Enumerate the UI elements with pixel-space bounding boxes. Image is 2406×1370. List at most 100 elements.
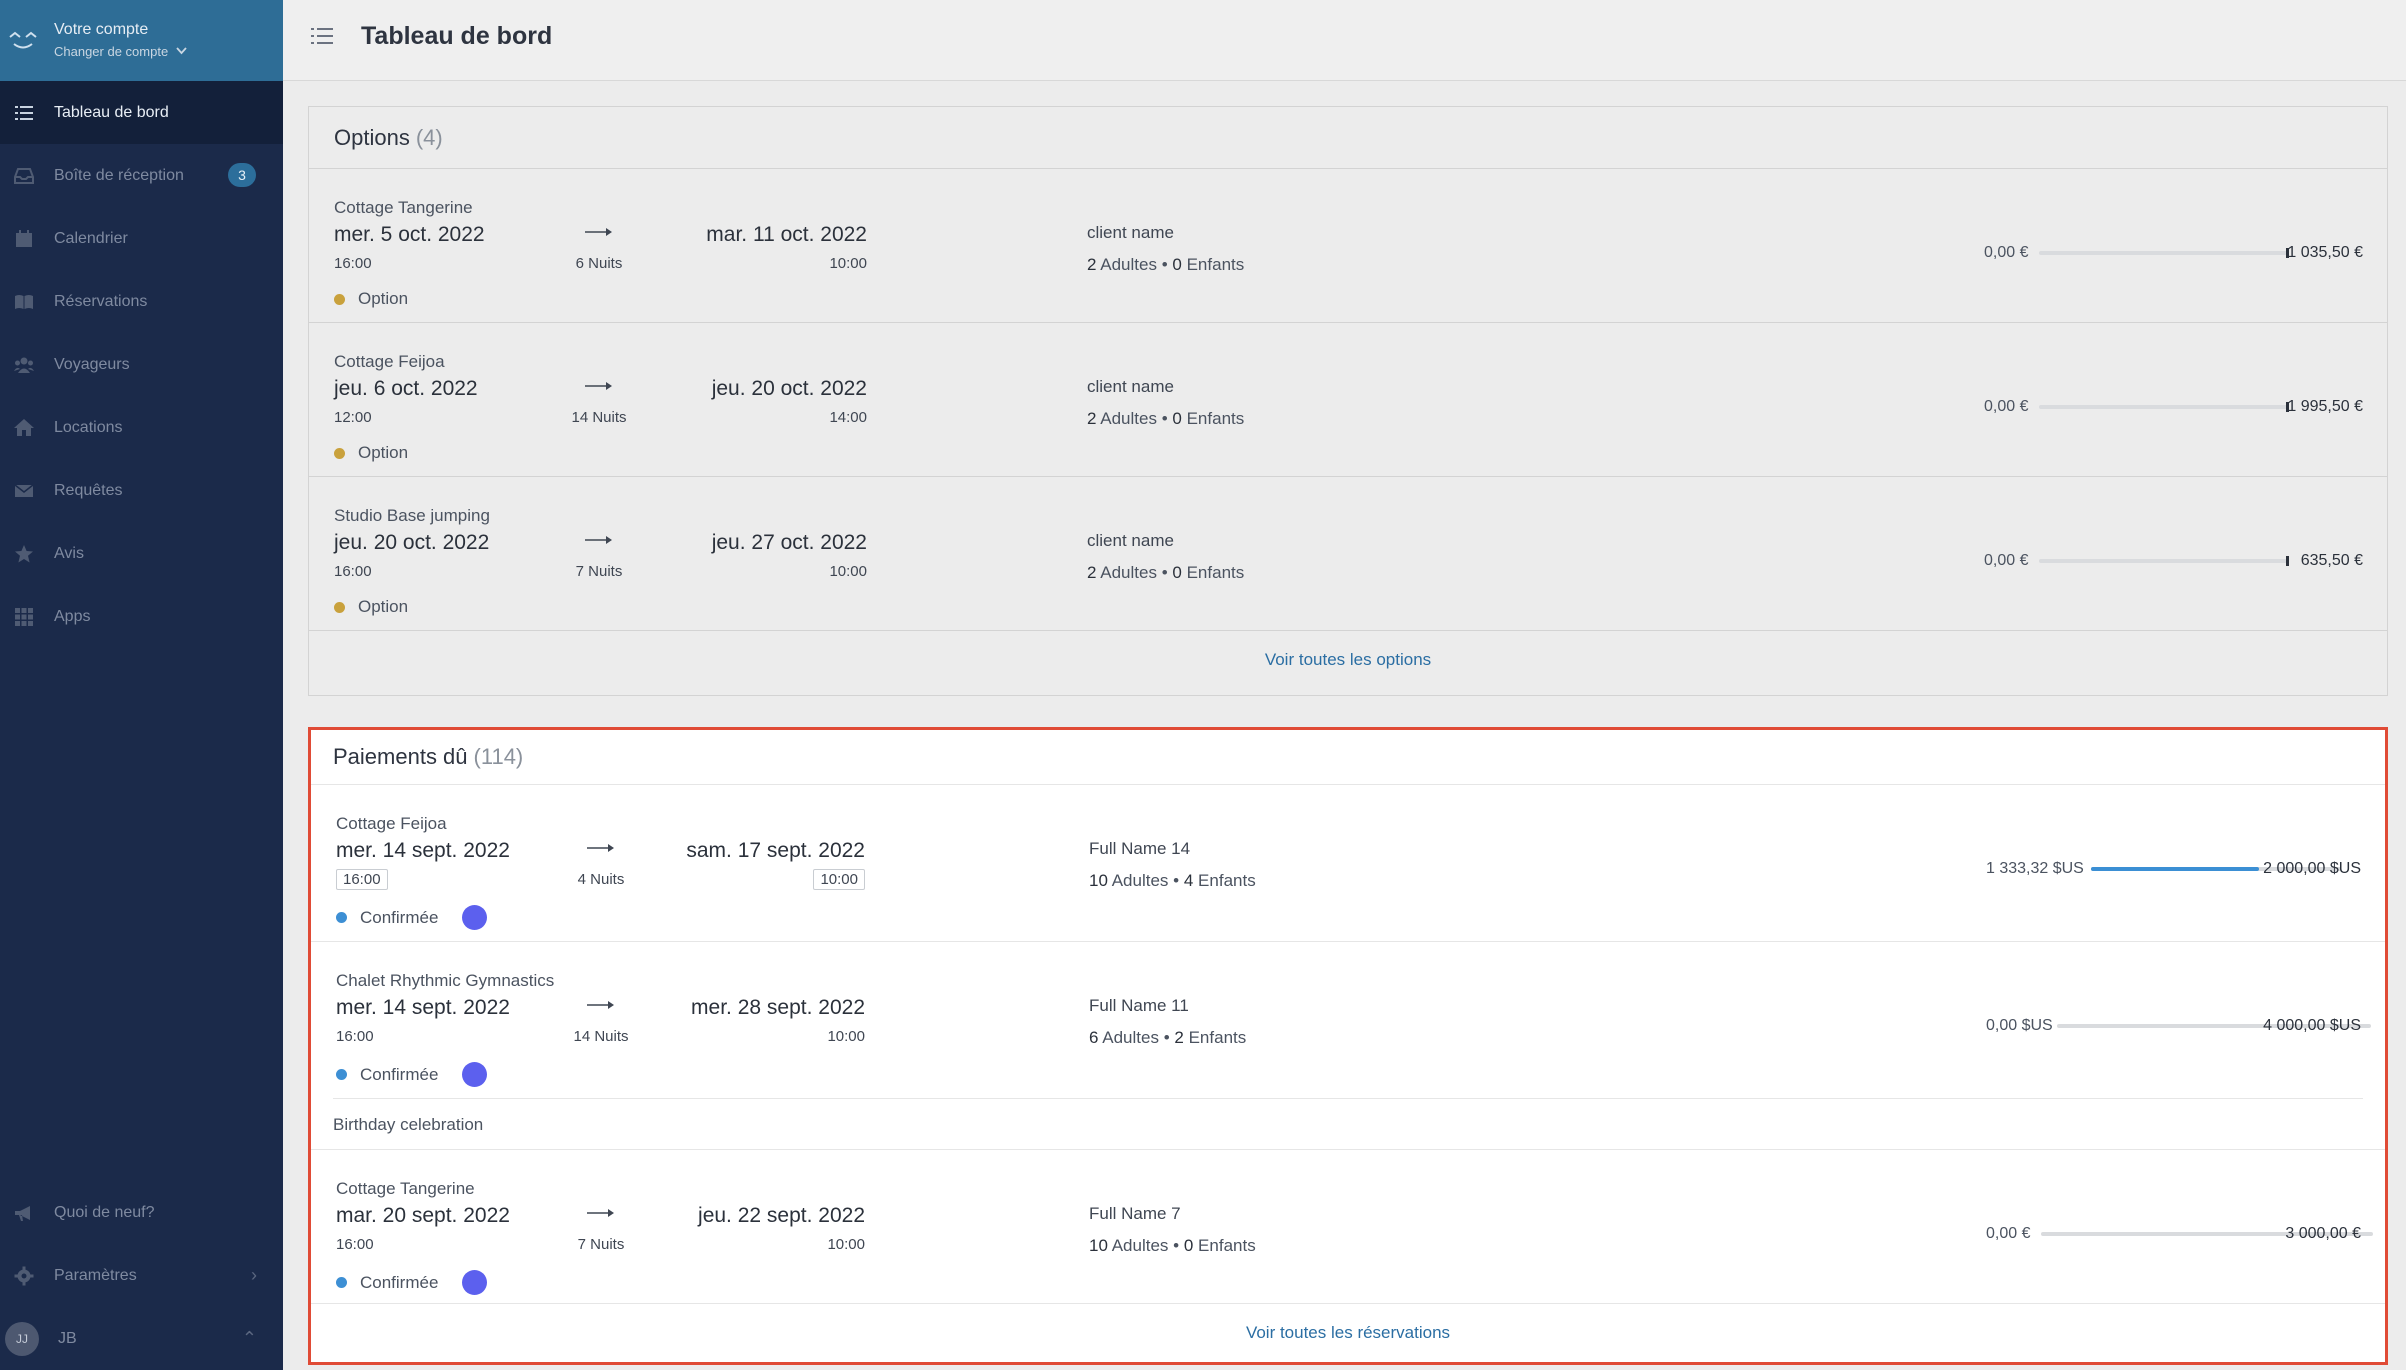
check-out-time-wrap: 14:00 <box>829 409 867 426</box>
payment-progress-bar <box>2039 556 2289 566</box>
amount-total: 2 000,00 $US <box>2263 860 2361 877</box>
separator-dot: • <box>1173 1236 1184 1255</box>
check-in-time: 16:00 <box>336 1236 374 1253</box>
option-row[interactable]: Cottage Tangerine mer. 5 oct. 2022 16:00… <box>309 169 2387 323</box>
check-in-time-wrap: 12:00 <box>334 409 372 426</box>
amount-total: 1 035,50 € <box>2287 244 2363 261</box>
logo-icon <box>9 31 37 48</box>
client-name: client name <box>1087 223 1174 242</box>
payment-progress-fill <box>2091 867 2259 871</box>
adults-count: 2 <box>1087 409 1097 428</box>
list-icon <box>13 102 35 124</box>
sidebar-item-calendar[interactable]: Calendrier <box>0 207 283 270</box>
sidebar-item-travelers[interactable]: Voyageurs <box>0 333 283 396</box>
arrow-right-icon <box>587 1209 614 1217</box>
sidebar-item-settings[interactable]: Paramètres › <box>0 1244 283 1307</box>
status-dot <box>334 601 345 613</box>
guest-count: 2 Adultes • 0 Enfants <box>1087 409 1244 429</box>
amount-total: 4 000,00 $US <box>2263 1017 2361 1034</box>
view-all-reservations-link[interactable]: Voir toutes les réservations <box>311 1323 2385 1343</box>
sidebar-item-apps[interactable]: Apps <box>0 585 283 648</box>
chevron-up-icon: ⌃ <box>241 1328 257 1348</box>
options-header: Options (4) <box>309 107 2387 169</box>
adults-label: Adultes <box>1111 871 1169 890</box>
check-out-time: 10:00 <box>827 1028 865 1045</box>
payment-row[interactable]: Cottage Feijoa mer. 14 sept. 2022 16:00 … <box>311 785 2385 942</box>
inbox-icon <box>13 165 35 187</box>
change-account-link[interactable]: Changer de compte <box>54 45 187 58</box>
status-dot <box>336 1069 347 1080</box>
star-icon <box>13 543 35 565</box>
menu-icon[interactable] <box>311 26 333 46</box>
status: Option <box>334 597 408 617</box>
guest-avatar[interactable] <box>462 905 488 930</box>
check-out-time-wrap: 10:00 <box>827 1236 865 1253</box>
check-out-time-wrap: 10:00 <box>827 1028 865 1045</box>
adults-label: Adultes <box>1100 409 1157 428</box>
user-name: JB <box>58 1329 77 1347</box>
sidebar-item-whats-new[interactable]: Quoi de neuf? <box>0 1181 283 1244</box>
sidebar-item-reviews[interactable]: Avis <box>0 522 283 585</box>
guest-count: 2 Adultes • 0 Enfants <box>1087 255 1244 275</box>
check-in-time: 16:00 <box>336 869 388 890</box>
amount-paid: 0,00 € <box>1984 552 2029 569</box>
check-in-time-wrap: 16:00 <box>334 255 372 272</box>
guest-count: 2 Adultes • 0 Enfants <box>1087 563 1244 583</box>
children-count: 0 <box>1172 409 1182 428</box>
separator-dot: • <box>1161 563 1173 582</box>
children-label: Enfants <box>1198 871 1256 890</box>
account-switcher[interactable]: Votre compte Changer de compte <box>0 0 283 81</box>
adults-count: 2 <box>1087 563 1097 582</box>
property-name[interactable]: Cottage Tangerine <box>334 198 473 218</box>
top-bar: Tableau de bord <box>283 0 2406 81</box>
status-label: Option <box>358 597 409 616</box>
option-row[interactable]: Cottage Feijoa jeu. 6 oct. 2022 12:00 14… <box>309 323 2387 477</box>
amount-paid: 0,00 $US <box>1986 1017 2053 1034</box>
client-name: client name <box>1087 531 1174 550</box>
payment-progress-bar <box>2039 402 2289 412</box>
check-in-date: mer. 5 oct. 2022 <box>334 223 485 246</box>
chevron-down-icon <box>176 47 187 55</box>
status: Confirmée <box>336 1062 488 1087</box>
children-label: Enfants <box>1188 1028 1247 1047</box>
calendar-icon <box>13 228 35 250</box>
status: Option <box>334 289 408 309</box>
sidebar-item-label: Avis <box>54 544 84 562</box>
adults-label: Adultes <box>1100 255 1157 274</box>
children-label: Enfants <box>1198 1236 1256 1255</box>
check-in-time-wrap: 16:00 <box>336 1236 374 1253</box>
property-name[interactable]: Cottage Tangerine <box>336 1179 475 1199</box>
sidebar-item-label: Quoi de neuf? <box>54 1203 155 1221</box>
option-row[interactable]: Studio Base jumping jeu. 20 oct. 2022 16… <box>309 477 2387 631</box>
status-label: Confirmée <box>360 907 439 927</box>
property-name[interactable]: Cottage Feijoa <box>336 814 447 834</box>
amount-paid: 0,00 € <box>1984 398 2029 415</box>
sidebar-item-reservations[interactable]: Réservations <box>0 270 283 333</box>
sidebar-item-requests[interactable]: Requêtes <box>0 459 283 522</box>
page-title: Tableau de bord <box>361 22 553 50</box>
guest-avatar[interactable] <box>462 1062 488 1087</box>
property-name[interactable]: Chalet Rhythmic Gymnastics <box>336 971 554 991</box>
amount-paid: 1 333,32 $US <box>1986 860 2084 877</box>
children-count: 0 <box>1183 1236 1194 1255</box>
sidebar-item-inbox[interactable]: Boîte de réception 3 <box>0 144 283 207</box>
options-panel: Options (4) Cottage Tangerine mer. 5 oct… <box>308 106 2388 696</box>
property-name[interactable]: Cottage Feijoa <box>334 352 445 372</box>
sidebar-item-label: Locations <box>54 418 123 436</box>
reservation-note: Birthday celebration <box>333 1115 484 1134</box>
sidebar-item-user[interactable]: JJ JB ⌃ <box>0 1307 283 1370</box>
check-out-time: 10:00 <box>827 1236 865 1253</box>
view-all-options-link[interactable]: Voir toutes les options <box>309 650 2387 670</box>
payment-row[interactable]: Chalet Rhythmic Gymnastics mer. 14 sept.… <box>311 942 2385 1150</box>
guest-avatar[interactable] <box>462 1270 488 1295</box>
children-count: 2 <box>1174 1028 1184 1047</box>
property-name[interactable]: Studio Base jumping <box>334 506 490 526</box>
amount-total: 3 000,00 € <box>2285 1225 2361 1242</box>
payment-row[interactable]: Cottage Tangerine mar. 20 sept. 2022 16:… <box>311 1150 2385 1304</box>
sidebar-item-dashboard[interactable]: Tableau de bord <box>0 81 283 144</box>
adults-label: Adultes <box>1100 563 1157 582</box>
sidebar-item-locations[interactable]: Locations <box>0 396 283 459</box>
children-count: 0 <box>1172 563 1182 582</box>
payments-header: Paiements dû (114) <box>311 730 2385 785</box>
check-out-time: 10:00 <box>829 255 867 272</box>
